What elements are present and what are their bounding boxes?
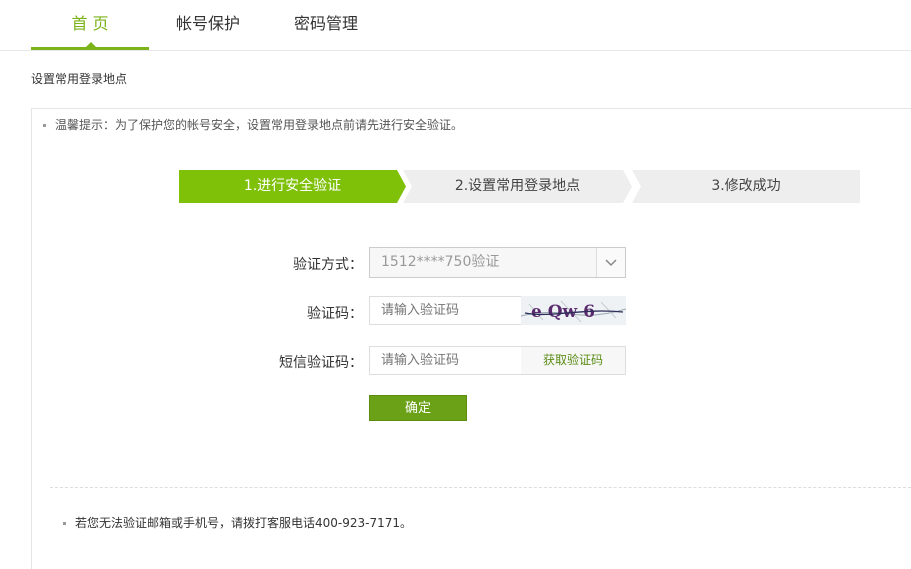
step-set-location: 2.设置常用登录地点 [403, 170, 632, 203]
page-title: 设置常用登录地点 [31, 72, 128, 86]
step-verify: 1.进行安全验证 [179, 170, 406, 203]
sms-code-input[interactable] [369, 346, 522, 375]
verify-method-select[interactable]: 1512****750验证 [369, 247, 626, 278]
confirm-button[interactable]: 确定 [369, 395, 467, 421]
tip-bullet-icon [43, 124, 46, 127]
dashed-divider [50, 487, 911, 488]
customer-service-note: 若您无法验证邮箱或手机号，请拨打客服电话400-923-7171。 [75, 516, 413, 530]
step-complete: 3.修改成功 [632, 170, 860, 203]
chevron-down-icon[interactable] [596, 248, 625, 277]
captcha-label: 验证码： [307, 306, 363, 322]
tab-password-management[interactable]: 密码管理 [278, 0, 374, 50]
active-tab-underline [31, 47, 149, 50]
active-tab-caret-icon [86, 42, 96, 47]
note-bullet-icon [63, 522, 66, 525]
step-label: 3.修改成功 [711, 178, 781, 194]
security-tip: 温馨提示：为了保护您的帐号安全，设置常用登录地点前请先进行安全验证。 [55, 118, 464, 132]
captcha-image[interactable]: e Qw 6 [521, 296, 626, 325]
captcha-input[interactable] [369, 296, 522, 325]
tab-account-protection[interactable]: 帐号保护 [160, 0, 256, 50]
sms-code-label: 短信验证码： [279, 355, 363, 371]
step-label: 2.设置常用登录地点 [454, 178, 581, 194]
top-tabs: 首 页 帐号保护 密码管理 [0, 0, 911, 51]
verify-method-label: 验证方式： [293, 257, 363, 273]
step-label: 1.进行安全验证 [243, 178, 342, 194]
get-code-button[interactable]: 获取验证码 [521, 346, 626, 375]
verify-method-value: 1512****750验证 [381, 254, 500, 270]
progress-steps: 1.进行安全验证 2.设置常用登录地点 3.修改成功 [179, 170, 860, 203]
